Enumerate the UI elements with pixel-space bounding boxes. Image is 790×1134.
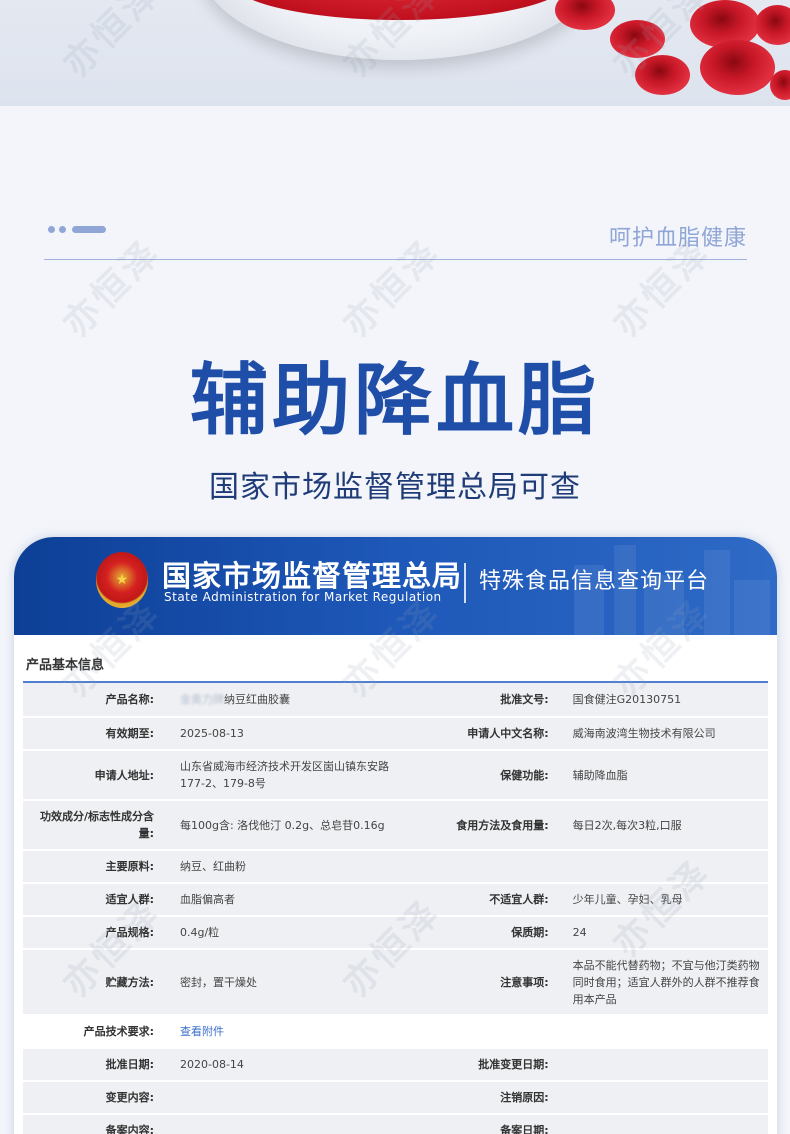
field-value bbox=[566, 1048, 768, 1082]
field-value: 本品不能代替药物；不宜与他汀类药物同时食用；适宜人群外的人群不推荐食用本产品 bbox=[566, 949, 768, 1016]
field-label: 备案内容: bbox=[23, 1114, 174, 1134]
field-value: 密封，置干燥处 bbox=[174, 949, 416, 1016]
table-row: 备案内容: 备案日期: bbox=[23, 1114, 768, 1134]
tagline: 呵护血脂健康 bbox=[608, 226, 747, 251]
field-value: 2020-08-14 bbox=[174, 1048, 416, 1082]
field-label: 批准变更日期: bbox=[415, 1048, 567, 1082]
banner-platform-name: 特殊食品信息查询平台 bbox=[479, 569, 710, 594]
table-row: 产品规格: 0.4g/粒 保质期: 24 bbox=[23, 916, 768, 950]
decor-dots bbox=[48, 226, 106, 233]
field-value: 纳豆、红曲粉 bbox=[174, 850, 416, 884]
field-label: 保健功能: bbox=[415, 750, 567, 801]
field-label: 有效期至: bbox=[23, 717, 174, 751]
blood-cell-image bbox=[610, 20, 665, 58]
table-row: 贮藏方法: 密封，置干燥处 注意事项: 本品不能代替药物；不宜与他汀类药物同时食… bbox=[23, 949, 768, 1016]
national-emblem-icon: ★ bbox=[96, 552, 148, 608]
blood-cell-image bbox=[700, 40, 775, 95]
section-title: 产品基本信息 bbox=[23, 650, 768, 683]
field-value: 血脂偏高者 bbox=[174, 883, 416, 917]
sub-title: 国家市场监督管理总局可查 bbox=[209, 470, 581, 505]
blurred-brand: 金奥力牌 bbox=[180, 693, 224, 706]
table-row: 产品技术要求: 查看附件 bbox=[23, 1015, 768, 1049]
field-label: 批准文号: bbox=[415, 683, 567, 718]
field-label: 变更内容: bbox=[23, 1081, 174, 1115]
table-row: 产品名称: 金奥力牌纳豆红曲胶囊 批准文号: 国食健注G20130751 bbox=[23, 683, 768, 718]
field-label: 贮藏方法: bbox=[23, 949, 174, 1016]
field-label: 申请人地址: bbox=[23, 750, 174, 801]
field-label: 申请人中文名称: bbox=[415, 717, 567, 751]
section-header: 呵护血脂健康 bbox=[44, 212, 747, 260]
main-title: 辅助降血脂 bbox=[189, 356, 600, 446]
blood-cell-image bbox=[555, 0, 615, 30]
blood-cell-image bbox=[770, 70, 790, 100]
banner-title-en: State Administration for Market Regulati… bbox=[164, 590, 442, 604]
blood-cell-image bbox=[635, 55, 690, 95]
table-row: 适宜人群: 血脂偏高者 不适宜人群: 少年儿童、孕妇、乳母 bbox=[23, 883, 768, 917]
product-info-table: 产品名称: 金奥力牌纳豆红曲胶囊 批准文号: 国食健注G20130751 有效期… bbox=[23, 683, 768, 1134]
field-value bbox=[566, 850, 768, 884]
field-label bbox=[415, 850, 567, 884]
field-label: 功效成分/标志性成分含量: bbox=[23, 800, 174, 851]
field-value: 2025-08-13 bbox=[174, 717, 416, 751]
view-attachment-link[interactable]: 查看附件 bbox=[180, 1025, 224, 1038]
field-label: 批准日期: bbox=[23, 1048, 174, 1082]
field-label: 产品名称: bbox=[23, 683, 174, 718]
blood-cell-image bbox=[755, 5, 790, 45]
field-value: 每100g含: 洛伐他汀 0.2g、总皂苷0.16g bbox=[174, 800, 416, 851]
query-result-card: ★ 国家市场监督管理总局 State Administration for Ma… bbox=[14, 537, 777, 1134]
banner-divider bbox=[464, 563, 466, 603]
table-row: 变更内容: 注销原因: bbox=[23, 1081, 768, 1115]
samr-banner: ★ 国家市场监督管理总局 State Administration for Ma… bbox=[14, 537, 777, 635]
field-value: 国食健注G20130751 bbox=[566, 683, 768, 718]
field-label: 产品规格: bbox=[23, 916, 174, 950]
table-row: 批准日期: 2020-08-14 批准变更日期: bbox=[23, 1048, 768, 1082]
field-label: 食用方法及食用量: bbox=[415, 800, 567, 851]
field-value: 威海南波湾生物技术有限公司 bbox=[566, 717, 768, 751]
field-value: 山东省威海市经济技术开发区崮山镇东安路177-2、179-8号 bbox=[174, 750, 416, 801]
field-value bbox=[566, 1114, 768, 1134]
field-label: 保质期: bbox=[415, 916, 567, 950]
field-value: 24 bbox=[566, 916, 768, 950]
field-value: 每日2次,每次3粒,口服 bbox=[566, 800, 768, 851]
product-info-section: 产品基本信息 产品名称: 金奥力牌纳豆红曲胶囊 批准文号: 国食健注G20130… bbox=[23, 650, 768, 1134]
table-row: 有效期至: 2025-08-13 申请人中文名称: 威海南波湾生物技术有限公司 bbox=[23, 717, 768, 751]
field-value: 金奥力牌纳豆红曲胶囊 bbox=[174, 683, 416, 718]
field-label bbox=[415, 1015, 567, 1049]
field-value bbox=[566, 1081, 768, 1115]
field-value bbox=[566, 1015, 768, 1049]
table-row: 功效成分/标志性成分含量: 每100g含: 洛伐他汀 0.2g、总皂苷0.16g… bbox=[23, 800, 768, 851]
field-value: 少年儿童、孕妇、乳母 bbox=[566, 883, 768, 917]
field-label: 备案日期: bbox=[415, 1114, 567, 1134]
field-value: 辅助降血脂 bbox=[566, 750, 768, 801]
top-product-image bbox=[0, 0, 790, 106]
field-label: 主要原料: bbox=[23, 850, 174, 884]
table-row: 主要原料: 纳豆、红曲粉 bbox=[23, 850, 768, 884]
field-label: 适宜人群: bbox=[23, 883, 174, 917]
field-label: 不适宜人群: bbox=[415, 883, 567, 917]
field-value: 0.4g/粒 bbox=[174, 916, 416, 950]
field-label: 产品技术要求: bbox=[23, 1015, 174, 1049]
field-label: 注意事项: bbox=[415, 949, 567, 1016]
banner-title: 国家市场监督管理总局 bbox=[162, 559, 463, 593]
field-value bbox=[174, 1114, 416, 1134]
field-label: 注销原因: bbox=[415, 1081, 567, 1115]
table-row: 申请人地址: 山东省威海市经济技术开发区崮山镇东安路177-2、179-8号 保… bbox=[23, 750, 768, 801]
field-value bbox=[174, 1081, 416, 1115]
